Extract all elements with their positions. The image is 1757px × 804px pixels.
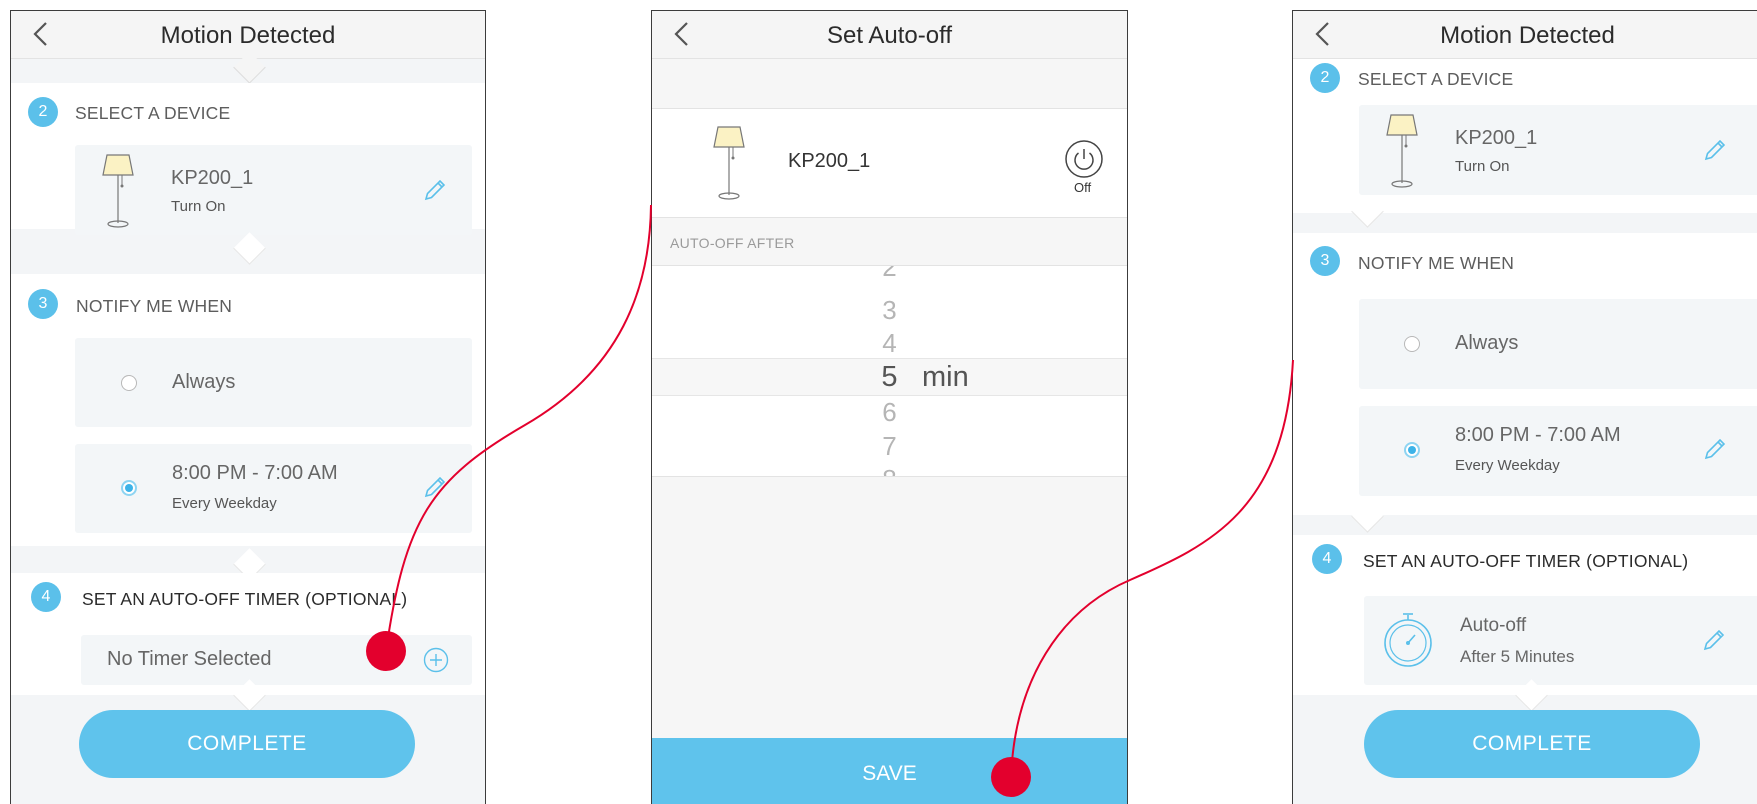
lamp-icon bbox=[102, 154, 134, 228]
minute-picker[interactable]: 2 3 4 5 min 6 7 8 bbox=[652, 265, 1127, 477]
device-name: KP200_1 bbox=[788, 150, 871, 172]
divider-notch bbox=[233, 232, 266, 265]
section-title: SET AN AUTO-OFF TIMER (OPTIONAL) bbox=[82, 589, 408, 609]
power-icon[interactable] bbox=[1064, 139, 1104, 179]
screen-motion-detected-after: Motion Detected 2 SELECT A DEVICE KP200_… bbox=[1292, 10, 1757, 804]
notify-option-always[interactable]: Always bbox=[75, 338, 472, 427]
section-title: SET AN AUTO-OFF TIMER (OPTIONAL) bbox=[1363, 551, 1689, 571]
option-sub: Every Weekday bbox=[1455, 457, 1560, 474]
power-state: Off bbox=[1074, 180, 1092, 195]
device-card[interactable]: KP200_1 Turn On bbox=[1359, 105, 1757, 195]
edit-pencil-icon[interactable] bbox=[1703, 437, 1727, 461]
device-name: KP200_1 bbox=[171, 167, 254, 189]
device-row: KP200_1 Off bbox=[652, 108, 1127, 218]
timer-value: Auto-off bbox=[1460, 615, 1527, 636]
device-action: Turn On bbox=[1455, 158, 1510, 175]
save-button[interactable]: SAVE bbox=[652, 738, 1127, 804]
section-title: NOTIFY ME WHEN bbox=[1358, 253, 1515, 273]
picker-option[interactable]: 6 bbox=[652, 397, 1127, 428]
picker-option[interactable]: 3 bbox=[652, 295, 1127, 326]
edit-pencil-icon[interactable] bbox=[1703, 138, 1727, 162]
option-sub: Every Weekday bbox=[172, 495, 277, 512]
step-number: 4 bbox=[31, 582, 61, 612]
section-title: SELECT A DEVICE bbox=[75, 103, 231, 123]
timer-sub: After 5 Minutes bbox=[1460, 647, 1575, 666]
device-card[interactable]: KP200_1 Turn On bbox=[75, 145, 472, 235]
step-number: 3 bbox=[28, 289, 58, 319]
notify-section: 3 NOTIFY ME WHEN Always 8:00 PM - 7:00 A… bbox=[11, 274, 485, 546]
step-number: 2 bbox=[28, 97, 58, 127]
option-label: Always bbox=[1455, 332, 1519, 354]
step-number: 3 bbox=[1310, 246, 1340, 276]
section-title: SELECT A DEVICE bbox=[1358, 69, 1514, 89]
page-title: Motion Detected bbox=[1440, 22, 1615, 49]
screen-set-auto-off: Set Auto-off KP200_1 Off AUTO-OFF AFTER … bbox=[651, 10, 1128, 804]
picker-option[interactable]: 2 bbox=[652, 266, 1127, 283]
step-number: 2 bbox=[1310, 63, 1340, 93]
radio-icon[interactable] bbox=[1404, 336, 1420, 352]
edit-pencil-icon[interactable] bbox=[423, 178, 447, 202]
header: Set Auto-off bbox=[652, 11, 1127, 59]
timer-card[interactable]: No Timer Selected bbox=[81, 635, 472, 685]
section-label: AUTO-OFF AFTER bbox=[670, 235, 795, 251]
radio-icon[interactable] bbox=[121, 480, 137, 496]
timer-value: No Timer Selected bbox=[107, 648, 272, 670]
device-action: Turn On bbox=[171, 198, 226, 215]
complete-button[interactable]: COMPLETE bbox=[79, 710, 415, 778]
select-device-section: 2 SELECT A DEVICE KP200_1 Turn On bbox=[1293, 59, 1757, 213]
lamp-icon bbox=[1386, 114, 1418, 188]
timer-section: 4 SET AN AUTO-OFF TIMER (OPTIONAL) No Ti… bbox=[11, 573, 485, 695]
tap-indicator bbox=[366, 631, 406, 671]
picker-unit: min bbox=[922, 361, 969, 393]
picker-option[interactable]: 8 bbox=[652, 464, 1127, 476]
edit-pencil-icon[interactable] bbox=[1702, 628, 1726, 652]
notify-option-always[interactable]: Always bbox=[1359, 299, 1757, 389]
lamp-icon bbox=[713, 126, 745, 200]
tap-indicator bbox=[991, 757, 1031, 797]
add-circle-icon[interactable] bbox=[423, 647, 449, 673]
section-title: NOTIFY ME WHEN bbox=[76, 296, 233, 316]
option-label: 8:00 PM - 7:00 AM bbox=[1455, 424, 1621, 446]
option-label: Always bbox=[172, 371, 236, 393]
notify-section: 3 NOTIFY ME WHEN Always 8:00 PM - 7:00 A… bbox=[1293, 233, 1757, 515]
picker-selected-value[interactable]: 5 bbox=[652, 361, 1127, 394]
picker-option[interactable]: 7 bbox=[652, 431, 1127, 462]
screen-motion-detected-before: Motion Detected 2 SELECT A DEVICE KP200_… bbox=[10, 10, 486, 804]
stopwatch-icon bbox=[1384, 613, 1432, 667]
option-label: 8:00 PM - 7:00 AM bbox=[172, 462, 338, 484]
step-number: 4 bbox=[1312, 544, 1342, 574]
complete-button[interactable]: COMPLETE bbox=[1364, 710, 1700, 778]
timer-section: 4 SET AN AUTO-OFF TIMER (OPTIONAL) Auto-… bbox=[1293, 535, 1757, 695]
select-device-section: 2 SELECT A DEVICE KP200_1 Turn On bbox=[11, 83, 485, 235]
edit-pencil-icon[interactable] bbox=[423, 475, 447, 499]
device-name: KP200_1 bbox=[1455, 127, 1538, 149]
picker-option[interactable]: 4 bbox=[652, 328, 1127, 359]
notify-option-schedule[interactable]: 8:00 PM - 7:00 AM Every Weekday bbox=[1359, 406, 1757, 496]
notify-option-schedule[interactable]: 8:00 PM - 7:00 AM Every Weekday bbox=[75, 444, 472, 533]
radio-icon[interactable] bbox=[121, 375, 137, 391]
radio-icon[interactable] bbox=[1404, 442, 1420, 458]
page-title: Motion Detected bbox=[160, 22, 336, 49]
page-title: Set Auto-off bbox=[827, 22, 952, 49]
timer-card[interactable]: Auto-off After 5 Minutes bbox=[1364, 596, 1757, 685]
header: Motion Detected bbox=[1293, 11, 1757, 59]
